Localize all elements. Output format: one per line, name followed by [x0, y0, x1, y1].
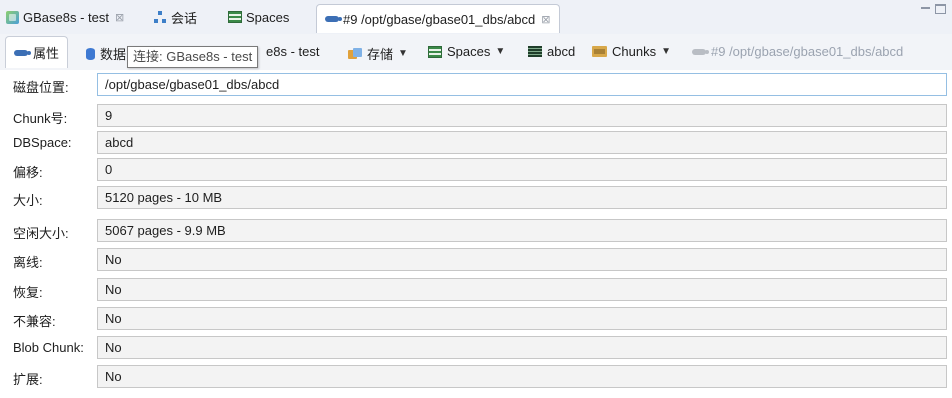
- current-chunk-label: #9 /opt/gbase/gbase01_dbs/abcd: [711, 44, 904, 59]
- property-label: 离线:: [13, 255, 43, 270]
- connection-tooltip: 连接: GBase8s - test: [127, 46, 259, 68]
- minimize-icon[interactable]: [921, 7, 930, 11]
- spaces-icon: [228, 11, 242, 23]
- properties-label: 属性: [33, 46, 60, 61]
- dbspace-label: abcd: [547, 44, 576, 59]
- properties-form: 磁盘位置: /opt/gbase/gbase01_dbs/abcd Chunk号…: [0, 70, 952, 398]
- property-label: Chunk号:: [13, 111, 68, 126]
- spaces-icon: [428, 45, 442, 58]
- property-label: 大小:: [13, 193, 43, 208]
- property-label: 偏移:: [13, 165, 43, 180]
- property-label: 空闲大小:: [13, 226, 69, 241]
- tab-spaces[interactable]: Spaces: [228, 7, 289, 27]
- property-label: DBSpace:: [13, 135, 72, 150]
- property-row-disk-location: 磁盘位置: /opt/gbase/gbase01_dbs/abcd: [0, 73, 952, 97]
- dbspace-icon: [528, 46, 542, 57]
- size-field[interactable]: 5120 pages - 10 MB: [97, 186, 947, 209]
- property-row-recovery: 恢复: No: [0, 278, 952, 302]
- property-label: 磁盘位置:: [13, 80, 69, 95]
- tab-label: #9 /opt/gbase/gbase01_dbs/abcd: [343, 11, 536, 27]
- connection-label: e8s - test: [266, 44, 320, 59]
- property-row-offset: 偏移: 0: [0, 158, 952, 182]
- session-tree-icon: [154, 10, 167, 24]
- property-row-size: 大小: 5120 pages - 10 MB: [0, 186, 952, 210]
- data-tab[interactable]: 数据: [86, 44, 126, 63]
- property-label: 不兼容:: [13, 314, 56, 329]
- breadcrumb-spaces[interactable]: Spaces ▼: [428, 44, 505, 59]
- chevron-down-icon[interactable]: ▼: [495, 46, 505, 57]
- tab-session[interactable]: 会话: [154, 7, 197, 27]
- close-icon[interactable]: ⊠: [115, 11, 124, 24]
- database-icon: [6, 10, 19, 24]
- property-row-free-size: 空闲大小: 5067 pages - 9.9 MB: [0, 219, 952, 243]
- property-row-extendable: 扩展: No: [0, 365, 952, 389]
- offset-field[interactable]: 0: [97, 158, 947, 181]
- chunk-icon: [692, 48, 709, 55]
- tab-label: 会话: [171, 10, 198, 26]
- chevron-down-icon[interactable]: ▼: [398, 48, 408, 59]
- tab-chunk-9[interactable]: #9 /opt/gbase/gbase01_dbs/abcd ⊠: [316, 4, 560, 33]
- blob-chunk-field[interactable]: No: [97, 336, 947, 359]
- breadcrumb-chunks[interactable]: Chunks ▼: [592, 44, 671, 59]
- property-row-offline: 离线: No: [0, 248, 952, 272]
- close-icon[interactable]: ⊠: [541, 13, 550, 26]
- breadcrumb-dbspace[interactable]: abcd: [528, 44, 575, 59]
- disk-location-field[interactable]: /opt/gbase/gbase01_dbs/abcd: [97, 73, 947, 96]
- editor-tab-strip: GBase8s - test ⊠ 会话 Spaces #9 /opt/gbase…: [0, 0, 952, 35]
- tab-gbase8s-test[interactable]: GBase8s - test ⊠: [6, 7, 124, 27]
- dbspace-field[interactable]: abcd: [97, 131, 947, 154]
- property-row-inconsistent: 不兼容: No: [0, 307, 952, 331]
- window-controls: [921, 4, 946, 14]
- breadcrumb-storage[interactable]: 存储 ▼: [348, 44, 408, 63]
- chunk-icon: [325, 16, 342, 22]
- chunk-number-field[interactable]: 9: [97, 104, 947, 127]
- spaces-label: Spaces: [447, 44, 491, 59]
- storage-icon: [348, 47, 362, 60]
- property-label: 恢复:: [13, 285, 43, 300]
- chevron-down-icon[interactable]: ▼: [661, 46, 671, 57]
- property-label: Blob Chunk:: [13, 340, 84, 355]
- tab-label: Spaces: [246, 9, 290, 25]
- tab-label: GBase8s - test: [23, 9, 109, 25]
- data-cylinder-icon: [86, 47, 95, 60]
- property-row-chunk-number: Chunk号: 9: [0, 104, 952, 128]
- extendable-field[interactable]: No: [97, 365, 947, 388]
- property-row-dbspace: DBSpace: abcd: [0, 131, 952, 155]
- storage-label: 存储: [367, 47, 394, 62]
- data-label: 数据: [100, 47, 127, 62]
- inconsistent-field[interactable]: No: [97, 307, 947, 330]
- breadcrumb-current-chunk: #9 /opt/gbase/gbase01_dbs/abcd: [692, 44, 903, 59]
- maximize-icon[interactable]: [935, 4, 946, 14]
- property-label: 扩展:: [13, 372, 43, 387]
- offline-field[interactable]: No: [97, 248, 947, 271]
- free-size-field[interactable]: 5067 pages - 9.9 MB: [97, 219, 947, 242]
- chunk-icon: [14, 49, 31, 56]
- chunks-label: Chunks: [612, 44, 657, 59]
- property-row-blob-chunk: Blob Chunk: No: [0, 336, 952, 360]
- recovery-field[interactable]: No: [97, 278, 947, 301]
- breadcrumb-connection[interactable]: e8s - test: [266, 44, 319, 59]
- chunks-folder-icon: [592, 46, 607, 57]
- properties-tab[interactable]: 属性: [5, 36, 69, 68]
